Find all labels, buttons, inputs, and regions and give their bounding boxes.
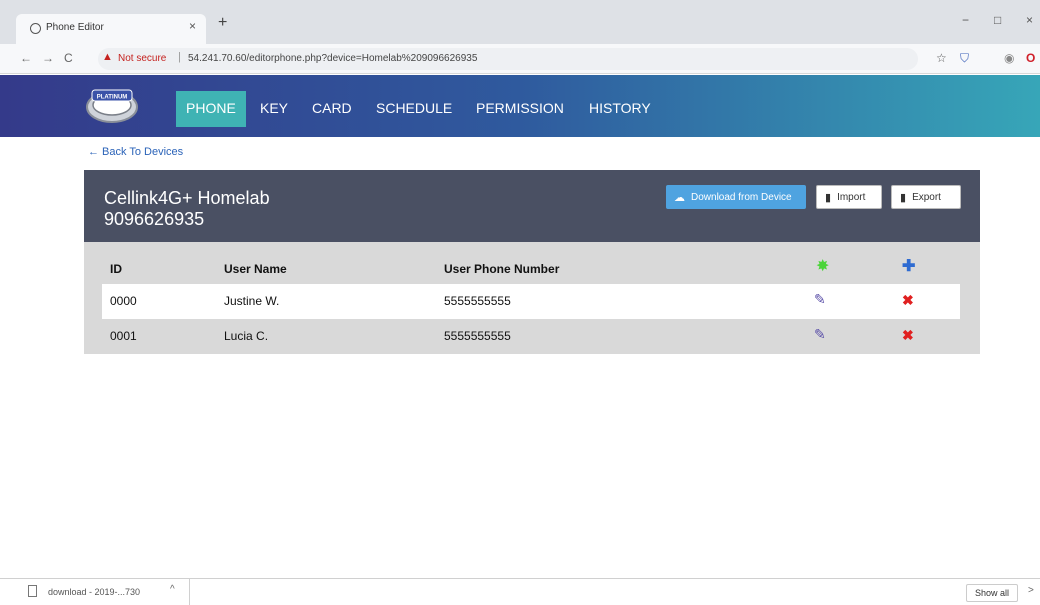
show-all-button[interactable]: Show all xyxy=(966,584,1019,602)
import-button-label: Import xyxy=(837,191,866,203)
download-bar: download - 2019-...730 ^ Show all > xyxy=(0,578,1040,605)
import-button[interactable]: ▮ Import xyxy=(816,185,882,209)
url-text: 54.241.70.60/editorphone.php?device=Home… xyxy=(188,53,478,64)
back-to-devices-link[interactable]: ← Back To Devices xyxy=(88,146,183,158)
nav-tab-schedule[interactable]: SCHEDULE xyxy=(376,91,452,127)
profile-icon[interactable]: ◉ xyxy=(1004,51,1014,65)
cloud-download-icon: ☁ xyxy=(674,191,685,204)
minimize-icon[interactable]: − xyxy=(962,13,969,27)
user-table: ID User Name User Phone Number ✸ ✚ 0000 … xyxy=(84,242,980,354)
table-row: 0000 Justine W. 5555555555 ✎ ✖ xyxy=(102,284,960,319)
browser-tab[interactable]: Phone Editor × xyxy=(16,14,206,44)
new-tab-icon[interactable]: + xyxy=(218,14,227,32)
table-row: 0001 Lucia C. 5555555555 ✎ ✖ xyxy=(102,319,960,354)
download-item[interactable]: download - 2019-...730 ^ xyxy=(0,579,190,605)
url-separator: | xyxy=(178,51,181,63)
row-phone-number: 5555555555 xyxy=(444,294,511,308)
download-from-device-button[interactable]: ☁ Download from Device xyxy=(666,185,806,209)
starburst-icon[interactable]: ✸ xyxy=(816,256,829,276)
tab-title: Phone Editor xyxy=(46,22,104,33)
nav-tab-card[interactable]: CARD xyxy=(312,91,352,127)
chevron-up-icon[interactable]: ^ xyxy=(170,584,175,595)
svg-text:PLATINUM: PLATINUM xyxy=(97,95,128,101)
row-phone-number: 5555555555 xyxy=(444,329,511,343)
browser-tab-bar: Phone Editor × + − □ × xyxy=(0,0,1040,44)
url-field[interactable]: ▲ Not secure | 54.241.70.60/editorphone.… xyxy=(98,48,918,70)
reload-icon[interactable]: C xyxy=(64,51,73,65)
col-header-id: ID xyxy=(110,262,122,276)
maximize-icon[interactable]: □ xyxy=(994,13,1001,27)
delete-icon[interactable]: ✖ xyxy=(902,292,914,309)
download-button-label: Download from Device xyxy=(691,191,792,203)
device-header-panel: Cellink4G+ Homelab 9096626935 ☁ Download… xyxy=(84,170,980,242)
shield-icon[interactable]: ⛉ xyxy=(960,51,969,66)
export-button-label: Export xyxy=(912,191,941,203)
add-icon[interactable]: ✚ xyxy=(902,256,915,276)
device-phone: 9096626935 xyxy=(104,209,205,229)
edit-pencil-icon[interactable]: ✎ xyxy=(814,326,826,343)
row-id: 0001 xyxy=(110,329,137,343)
warning-icon: ▲ xyxy=(102,51,113,63)
opera-icon[interactable]: O xyxy=(1026,51,1035,65)
nav-tab-history[interactable]: HISTORY xyxy=(589,91,651,127)
nav-tab-phone[interactable]: PHONE xyxy=(176,91,246,127)
col-header-user-name: User Name xyxy=(224,262,287,276)
nav-tab-permission[interactable]: PERMISSION xyxy=(476,91,564,127)
star-icon[interactable]: ☆ xyxy=(936,51,947,65)
security-label: Not secure xyxy=(118,53,167,64)
row-user-name: Justine W. xyxy=(224,294,280,308)
globe-icon xyxy=(30,23,41,34)
file-icon xyxy=(28,585,37,597)
app-header: PLATINUM PHONE KEY CARD SCHEDULE PERMISS… xyxy=(0,75,1040,137)
edit-pencil-icon[interactable]: ✎ xyxy=(814,291,826,308)
delete-icon[interactable]: ✖ xyxy=(902,327,914,344)
window-close-icon[interactable]: × xyxy=(1026,13,1033,27)
download-file-label: download - 2019-...730 xyxy=(48,587,141,597)
back-arrow-icon[interactable]: ← xyxy=(20,51,32,65)
col-header-phone-number: User Phone Number xyxy=(444,262,560,276)
platinum-logo-icon: PLATINUM xyxy=(86,89,138,123)
tab-close-icon[interactable]: × xyxy=(189,19,196,33)
nav-tab-key[interactable]: KEY xyxy=(260,91,288,127)
book-icon: ▮ xyxy=(825,191,832,204)
address-bar: ← → C ▲ Not secure | 54.241.70.60/editor… xyxy=(0,44,1040,74)
download-bar-close-icon[interactable]: > xyxy=(1028,585,1034,596)
device-name: Cellink4G+ Homelab xyxy=(104,188,270,208)
export-button[interactable]: ▮ Export xyxy=(891,185,961,209)
row-id: 0000 xyxy=(110,294,137,308)
forward-arrow-icon[interactable]: → xyxy=(42,51,54,65)
file-icon: ▮ xyxy=(900,191,907,204)
row-user-name: Lucia C. xyxy=(224,329,269,343)
